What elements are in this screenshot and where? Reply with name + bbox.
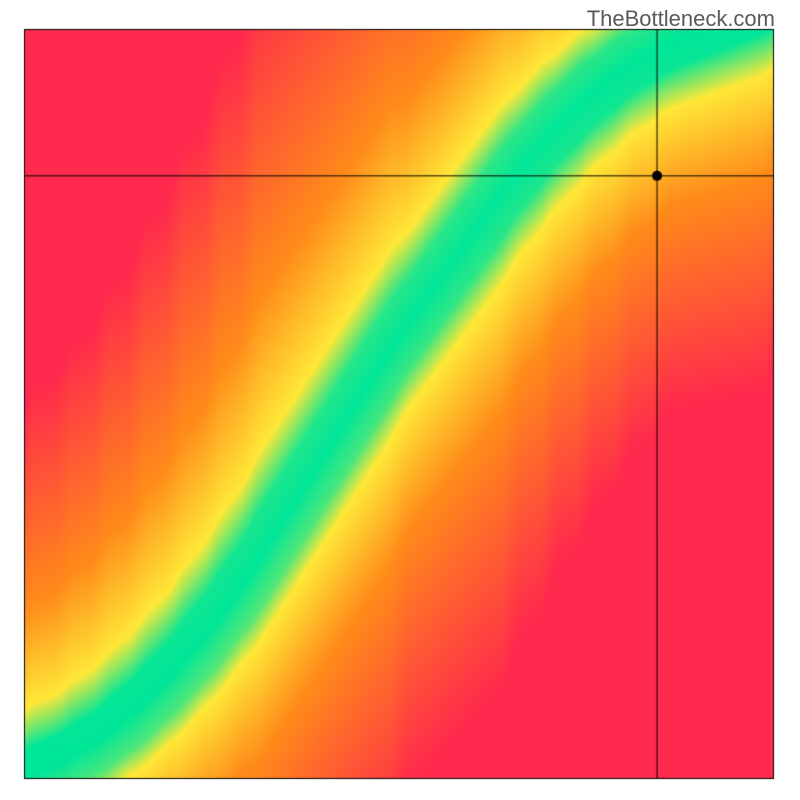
- watermark-text: TheBottleneck.com: [587, 6, 775, 32]
- chart-container: TheBottleneck.com: [0, 0, 800, 800]
- heatmap-canvas: [0, 0, 800, 800]
